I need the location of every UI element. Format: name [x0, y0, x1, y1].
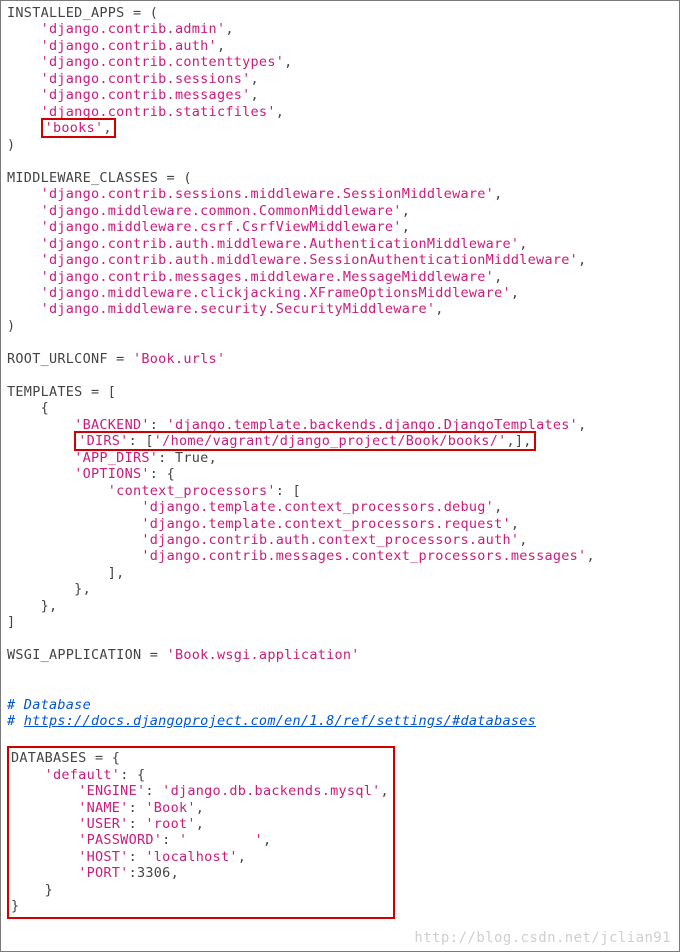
app-1: 'django.contrib.auth' — [41, 38, 217, 54]
code-frame: INSTALLED_APPS = ( 'django.contrib.admin… — [0, 0, 680, 952]
app-2: 'django.contrib.contenttypes' — [41, 54, 285, 70]
db-close-inner: } — [11, 882, 53, 898]
installed-apps-head: INSTALLED_APPS = ( — [7, 5, 158, 21]
ctx-2: 'django.contrib.auth.context_processors.… — [141, 532, 519, 548]
dirs-key: 'DIRS' — [78, 433, 128, 449]
db-name-key: 'NAME' — [78, 800, 128, 816]
tpl-close-3: }, — [7, 598, 57, 614]
db-host-key: 'HOST' — [78, 849, 128, 865]
db-port-val: 3306 — [137, 865, 171, 881]
mw-1: 'django.middleware.common.CommonMiddlewa… — [41, 203, 402, 219]
templates-head: TEMPLATES = [ — [7, 384, 116, 400]
db-port-key: 'PORT' — [78, 865, 128, 881]
tpl-close-1: ], — [7, 565, 125, 581]
db-engine-key: 'ENGINE' — [78, 783, 145, 799]
dirs-highlight: 'DIRS': ['/home/vagrant/django_project/B… — [74, 431, 536, 451]
context-key: 'context_processors' — [108, 483, 276, 499]
comment-db: # Database — [7, 697, 91, 713]
mw-3: 'django.contrib.auth.middleware.Authenti… — [41, 236, 520, 252]
app-0: 'django.contrib.admin' — [41, 21, 226, 37]
mw-0: 'django.contrib.sessions.middleware.Sess… — [41, 186, 494, 202]
ctx-3: 'django.contrib.messages.context_process… — [141, 548, 586, 564]
db-user-val: 'root' — [145, 816, 195, 832]
mw-4: 'django.contrib.auth.middleware.SessionA… — [41, 252, 578, 268]
code-block: INSTALLED_APPS = ( 'django.contrib.admin… — [7, 5, 673, 919]
wsgi-key: WSGI_APPLICATION = — [7, 647, 167, 663]
middleware-close: ) — [7, 318, 15, 334]
appdirs-val: True — [175, 450, 209, 466]
comment-url: https://docs.djangoproject.com/en/1.8/re… — [24, 713, 536, 729]
db-pass-val: ' ' — [179, 832, 263, 848]
root-urlconf-key: ROOT_URLCONF = — [7, 351, 133, 367]
appdirs-key: 'APP_DIRS' — [74, 450, 158, 466]
db-host-val: 'localhost' — [145, 849, 237, 865]
mw-6: 'django.middleware.clickjacking.XFrameOp… — [41, 285, 511, 301]
db-user-key: 'USER' — [78, 816, 128, 832]
app-books: 'books' — [45, 120, 104, 136]
databases-highlight: DATABASES = { 'default': { 'ENGINE': 'dj… — [7, 746, 395, 919]
watermark: http://blog.csdn.net/jclian91 — [414, 930, 671, 947]
app-4: 'django.contrib.messages' — [41, 87, 251, 103]
root-urlconf-val: 'Book.urls' — [133, 351, 225, 367]
middleware-head: MIDDLEWARE_CLASSES = ( — [7, 170, 192, 186]
ctx-0: 'django.template.context_processors.debu… — [141, 499, 494, 515]
db-default-key: 'default' — [45, 767, 121, 783]
mw-5: 'django.contrib.messages.middleware.Mess… — [41, 269, 494, 285]
db-head: DATABASES = { — [11, 750, 120, 766]
templates-open: { — [7, 400, 49, 416]
db-name-val: 'Book' — [145, 800, 195, 816]
comment-url-prefix: # — [7, 713, 24, 729]
mw-7: 'django.middleware.security.SecurityMidd… — [41, 301, 436, 317]
wsgi-val: 'Book.wsgi.application' — [167, 647, 360, 663]
options-key: 'OPTIONS' — [74, 466, 150, 482]
db-pass-key: 'PASSWORD' — [78, 832, 162, 848]
db-engine-val: 'django.db.backends.mysql' — [162, 783, 380, 799]
books-highlight: 'books', — [41, 118, 116, 138]
app-3: 'django.contrib.sessions' — [41, 71, 251, 87]
ctx-1: 'django.template.context_processors.requ… — [141, 516, 511, 532]
tpl-close-2: }, — [7, 581, 91, 597]
mw-2: 'django.middleware.csrf.CsrfViewMiddlewa… — [41, 219, 402, 235]
db-close: } — [11, 898, 19, 914]
dirs-val: '/home/vagrant/django_project/Book/books… — [154, 433, 507, 449]
installed-apps-close: ) — [7, 137, 15, 153]
tpl-close-4: ] — [7, 614, 15, 630]
